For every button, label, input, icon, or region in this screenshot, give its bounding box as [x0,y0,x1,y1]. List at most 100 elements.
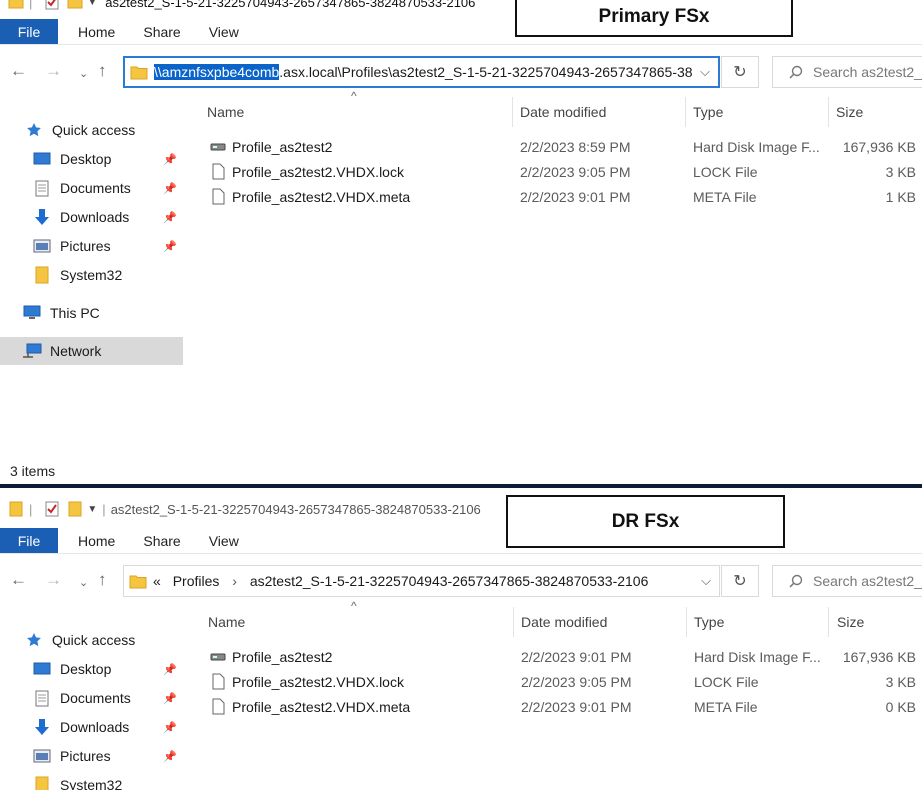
address-path[interactable]: \\amznfsxpbe4comb.asx.local\Profiles\as2… [154,64,692,80]
folder-icon[interactable] [8,501,24,517]
column-type[interactable]: Type [693,97,723,127]
tab-file[interactable]: File [0,19,58,44]
column-date-modified[interactable]: Date modified [520,97,606,127]
tab-home[interactable]: Home [58,19,129,44]
nav-this-pc[interactable]: This PC [0,299,183,327]
column-divider[interactable] [686,607,687,637]
nav-label: Documents [60,690,131,706]
address-bar[interactable]: \\amznfsxpbe4comb.asx.local\Profiles\as2… [123,56,720,88]
breadcrumb-overflow[interactable]: « [153,573,161,589]
back-arrow-icon[interactable]: ← [10,61,27,81]
pin-icon[interactable]: 📌 [163,750,177,763]
download-arrow-icon [30,208,54,226]
pin-icon[interactable]: 📌 [163,663,177,676]
column-size[interactable]: Size [837,607,864,637]
customize-qat-dropdown-icon[interactable]: ▼ [87,0,97,8]
new-folder-icon[interactable] [67,501,83,517]
back-arrow-icon[interactable]: ← [10,570,27,590]
disk-image-icon [208,142,228,152]
nav-system32[interactable]: System32 [0,261,183,289]
pin-icon[interactable]: 📌 [163,692,177,705]
pin-icon[interactable]: 📌 [163,211,177,224]
file-icon [208,673,228,690]
refresh-button[interactable]: ↻ [721,56,759,88]
column-divider[interactable] [828,97,829,127]
nav-downloads[interactable]: Downloads 📌 [0,713,183,741]
file-row[interactable]: Profile_as2test2 2/2/2023 8:59 PM Hard D… [195,134,922,159]
file-size: 167,936 KB [842,138,916,155]
file-row[interactable]: Profile_as2test2.VHDX.meta 2/2/2023 9:01… [195,184,922,209]
search-box[interactable]: Search as2test2_ [772,565,922,597]
pin-icon[interactable]: 📌 [163,240,177,253]
address-history-chevron-icon[interactable]: ⌵ [692,64,718,80]
nav-label: Desktop [60,151,112,167]
nav-desktop[interactable]: Desktop 📌 [0,655,183,683]
tab-share[interactable]: Share [129,19,194,44]
tab-share[interactable]: Share [129,528,194,553]
nav-documents[interactable]: Documents 📌 [0,174,183,202]
file-icon [208,188,228,205]
column-date-modified[interactable]: Date modified [521,607,607,637]
nav-pictures[interactable]: Pictures 📌 [0,742,183,770]
download-arrow-icon [30,718,54,736]
tab-view[interactable]: View [195,528,253,553]
file-size: 0 KB [885,698,916,715]
file-name: Profile_as2test2.VHDX.lock [232,673,404,690]
tab-home[interactable]: Home [58,528,129,553]
column-headers: ^ Name Date modified Type Size [195,599,922,637]
recent-locations-chevron-icon[interactable]: ⌄ [79,573,88,593]
file-icon [208,698,228,715]
address-path-rest[interactable]: .asx.local\Profiles\as2test2_S-1-5-21-32… [279,64,692,80]
column-divider[interactable] [828,607,829,637]
column-size[interactable]: Size [836,97,863,127]
column-name[interactable]: Name [208,607,245,637]
up-arrow-icon[interactable]: ↑ [98,61,107,81]
column-name[interactable]: Name [207,97,244,127]
nav-label: Network [50,343,102,359]
breadcrumb-profiles[interactable]: Profiles [173,573,220,589]
column-divider[interactable] [685,97,686,127]
tab-view[interactable]: View [195,19,253,44]
search-box[interactable]: Search as2test2_ [772,56,922,88]
forward-arrow-icon[interactable]: → [45,61,62,81]
properties-checkmark-icon[interactable] [45,501,59,517]
tab-file[interactable]: File [0,528,58,553]
folder-icon [30,776,54,790]
address-history-chevron-icon[interactable]: ⌵ [693,573,719,589]
pin-icon[interactable]: 📌 [163,153,177,166]
file-row[interactable]: Profile_as2test2 2/2/2023 9:01 PM Hard D… [195,644,922,669]
properties-checkmark-icon[interactable] [45,0,59,10]
address-breadcrumb: « Profiles › as2test2_S-1-5-21-322570494… [153,573,693,589]
new-folder-icon[interactable] [67,0,83,9]
nav-network[interactable]: Network [0,337,183,365]
address-bar[interactable]: « Profiles › as2test2_S-1-5-21-322570494… [123,565,720,597]
breadcrumb-current[interactable]: as2test2_S-1-5-21-3225704943-2657347865-… [250,573,649,589]
file-row[interactable]: Profile_as2test2.VHDX.meta 2/2/2023 9:01… [195,694,922,719]
column-type[interactable]: Type [694,607,724,637]
pin-icon[interactable]: 📌 [163,721,177,734]
up-arrow-icon[interactable]: ↑ [98,570,107,590]
breadcrumb-chevron-icon[interactable]: › [232,573,237,589]
nav-quick-access[interactable]: Quick access [0,116,183,144]
nav-pictures[interactable]: Pictures 📌 [0,232,183,260]
address-row: ← → ⌄ ↑ « Profiles › as2test2_S-1-5-21-3… [0,561,922,599]
address-path-selected[interactable]: \\amznfsxpbe4comb [154,64,280,80]
nav-desktop[interactable]: Desktop 📌 [0,145,183,173]
column-divider[interactable] [513,607,514,637]
file-date: 2/2/2023 9:01 PM [521,698,632,715]
pin-icon[interactable]: 📌 [163,182,177,195]
refresh-button[interactable]: ↻ [721,565,759,597]
file-row[interactable]: Profile_as2test2.VHDX.lock 2/2/2023 9:05… [195,159,922,184]
ribbon-tabs: File Home Share View [0,19,922,45]
nav-quick-access[interactable]: Quick access [0,626,183,654]
customize-qat-dropdown-icon[interactable]: ▼ [87,504,97,515]
folder-icon[interactable] [8,0,24,9]
column-divider[interactable] [512,97,513,127]
nav-downloads[interactable]: Downloads 📌 [0,203,183,231]
documents-icon [30,690,54,707]
file-row[interactable]: Profile_as2test2.VHDX.lock 2/2/2023 9:05… [195,669,922,694]
nav-documents[interactable]: Documents 📌 [0,684,183,712]
nav-system32[interactable]: System32 [0,771,183,790]
forward-arrow-icon[interactable]: → [45,570,62,590]
recent-locations-chevron-icon[interactable]: ⌄ [79,64,88,84]
